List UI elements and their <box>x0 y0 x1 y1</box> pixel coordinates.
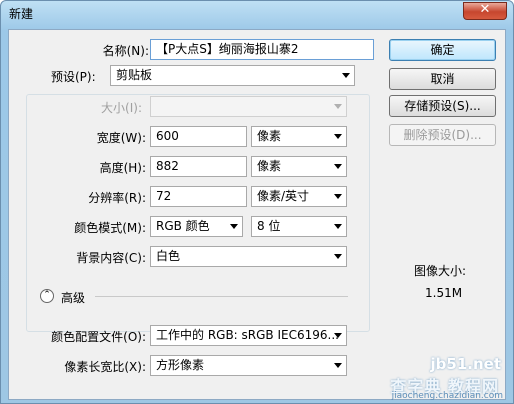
ok-button[interactable]: 确定 <box>389 39 496 61</box>
color-profile-label: 颜色配置文件(O): <box>51 330 146 344</box>
bit-depth-select[interactable]: 8 位 <box>251 216 347 237</box>
window-title: 新建 <box>9 7 34 21</box>
height-unit-value: 像素 <box>257 159 282 173</box>
color-mode-select[interactable]: RGB 颜色 <box>150 216 243 237</box>
width-label: 宽度(W): <box>96 131 146 145</box>
pixel-aspect-select[interactable]: 方形像素 <box>150 355 347 376</box>
color-profile-value: 工作中的 RGB: sRGB IEC6196... <box>156 328 339 342</box>
chevron-down-icon <box>334 164 342 169</box>
chevron-down-icon <box>334 194 342 199</box>
color-mode-value: RGB 颜色 <box>156 219 210 233</box>
watermark-url: jiaocheng.chazidian.com <box>391 391 503 401</box>
background-label: 背景内容(C): <box>76 251 146 265</box>
image-size-value: 1.51M <box>425 286 463 300</box>
image-size-label: 图像大小: <box>414 264 467 278</box>
new-document-dialog: 新建 ✕ 名称(N): 【P大点S】绚丽海报山寨2 预设(P): 剪贴板 大小(… <box>0 0 514 404</box>
chevron-down-icon <box>334 363 342 368</box>
size-select <box>150 96 347 117</box>
chevron-down-icon <box>342 73 350 78</box>
pixel-aspect-label: 像素长宽比(X): <box>64 360 146 374</box>
width-unit-value: 像素 <box>257 129 282 143</box>
resolution-label: 分辨率(R): <box>88 191 146 205</box>
size-label: 大小(I): <box>101 101 142 115</box>
delete-preset-button: 删除预设(D)... <box>389 124 496 146</box>
color-profile-select[interactable]: 工作中的 RGB: sRGB IEC6196... <box>150 325 347 346</box>
name-input[interactable]: 【P大点S】绚丽海报山寨2 <box>150 39 374 60</box>
chevron-down-icon <box>334 134 342 139</box>
preset-label: 预设(P): <box>51 70 96 84</box>
resolution-unit-select[interactable]: 像素/英寸 <box>251 186 347 207</box>
pixel-aspect-value: 方形像素 <box>156 358 205 372</box>
advanced-label: 高级 <box>61 291 86 305</box>
background-value: 白色 <box>156 249 181 263</box>
dialog-body: 名称(N): 【P大点S】绚丽海报山寨2 预设(P): 剪贴板 大小(I): 宽… <box>8 29 506 400</box>
chevron-down-icon <box>334 104 342 109</box>
color-mode-label: 颜色模式(M): <box>74 221 146 235</box>
chevron-down-icon <box>334 254 342 259</box>
width-unit-select[interactable]: 像素 <box>251 126 347 147</box>
height-input[interactable]: 882 <box>150 156 247 177</box>
resolution-unit-value: 像素/英寸 <box>257 189 310 203</box>
advanced-divider <box>95 296 348 297</box>
title-bar: 新建 ✕ <box>1 1 513 27</box>
background-select[interactable]: 白色 <box>150 246 347 267</box>
height-label: 高度(H): <box>99 161 146 175</box>
close-icon: ✕ <box>479 2 491 17</box>
cancel-button[interactable]: 取消 <box>389 68 496 90</box>
save-preset-button[interactable]: 存储预设(S)... <box>389 95 496 117</box>
preset-select[interactable]: 剪贴板 <box>110 65 355 86</box>
chevron-down-icon <box>334 224 342 229</box>
double-chevron-up-icon: ⌃ <box>43 290 51 300</box>
close-button[interactable]: ✕ <box>463 2 507 20</box>
preset-select-value: 剪贴板 <box>116 68 153 82</box>
chevron-down-icon <box>334 333 342 338</box>
advanced-toggle[interactable]: ⌃ <box>40 289 54 303</box>
bit-depth-value: 8 位 <box>257 219 281 233</box>
chevron-down-icon <box>230 224 238 229</box>
name-label: 名称(N): <box>102 44 149 58</box>
width-input[interactable]: 600 <box>150 126 247 147</box>
resolution-input[interactable]: 72 <box>150 186 247 207</box>
height-unit-select[interactable]: 像素 <box>251 156 347 177</box>
watermark-domain: jb51.net <box>430 355 501 373</box>
